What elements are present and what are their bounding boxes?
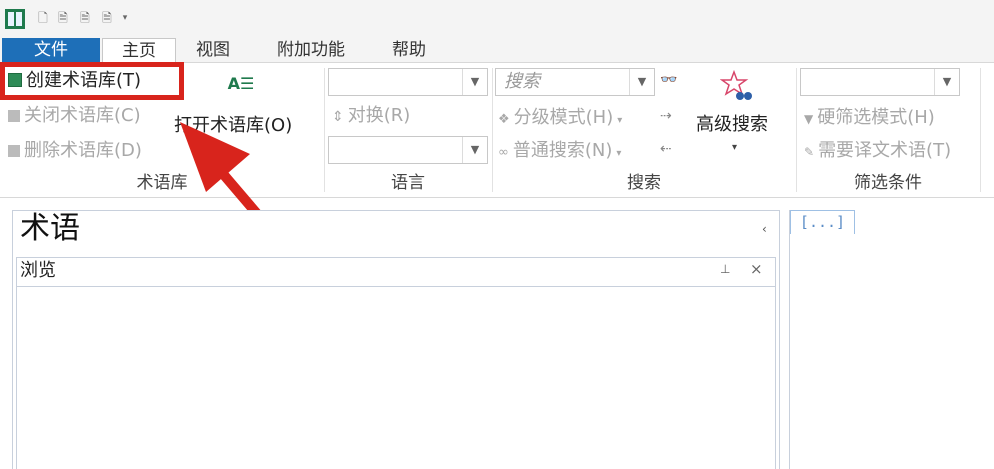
need-translation-label: 需要译文术语(T) — [818, 140, 952, 161]
filter-select[interactable]: ▼ — [800, 68, 960, 96]
save-file-icon[interactable]: 🗎 — [78, 10, 92, 26]
tab-home[interactable]: 主页 — [102, 38, 176, 62]
chevron-down-icon: ▼ — [934, 69, 959, 95]
search-placeholder: 搜索 — [504, 71, 540, 92]
highlight-box — [0, 62, 184, 100]
search-previous-icon[interactable]: ⇠ — [660, 141, 672, 157]
tab-file[interactable]: 文件 — [2, 38, 100, 62]
group-divider — [980, 68, 981, 192]
edit-file-icon[interactable]: 🗎 — [56, 10, 70, 26]
delete-termbase-button[interactable]: 删除术语库(D) — [8, 137, 142, 165]
export-file-icon[interactable]: 🗎 — [100, 10, 114, 26]
hierarchy-icon: ❖ — [498, 112, 510, 127]
quick-access-toolbar — [0, 0, 994, 38]
collapse-icon[interactable]: ‹ — [762, 222, 767, 236]
pin-icon[interactable]: ⊥ — [720, 262, 730, 276]
search-next-icon[interactable]: ⇢ — [660, 108, 672, 124]
new-file-icon[interactable]: 🗋 — [36, 10, 50, 26]
close-termbase-label: 关闭术语库(C) — [24, 105, 141, 126]
need-translation-button[interactable]: ✎ 需要译文术语(T) — [804, 137, 951, 165]
qat-dropdown-icon[interactable]: ▾ — [118, 10, 132, 26]
tab-view[interactable]: 视图 — [186, 38, 240, 62]
chevron-down-icon: ▾ — [616, 148, 622, 159]
filter-icon: ▼ — [804, 112, 814, 126]
hard-filter-mode-button[interactable]: ▼ 硬筛选模式(H) — [804, 104, 935, 132]
tab-help[interactable]: 帮助 — [378, 38, 440, 62]
delete-termbase-icon — [8, 145, 20, 157]
search-group-label: 搜索 — [627, 173, 661, 193]
normal-search-label: 普通搜索(N) — [512, 140, 613, 161]
close-icon[interactable]: × — [750, 260, 763, 278]
source-language-select[interactable]: ▼ — [328, 68, 488, 96]
chevron-down-icon: ▼ — [462, 69, 487, 95]
normal-search-button[interactable]: ∞ 普通搜索(N) ▾ — [498, 137, 621, 165]
advanced-search-icon[interactable] — [720, 70, 754, 102]
binoculars-icon: ∞ — [498, 145, 509, 160]
panel-title: 术语 — [20, 211, 80, 246]
hard-filter-mode-label: 硬筛选模式(H) — [817, 107, 935, 128]
chevron-down-icon: ▼ — [462, 137, 487, 163]
open-termbase-icon[interactable]: A☰ — [224, 70, 258, 98]
browse-content[interactable] — [16, 286, 776, 469]
right-panel-tab[interactable]: [...] — [790, 210, 855, 234]
chevron-down-icon[interactable]: ▾ — [732, 142, 737, 153]
delete-termbase-label: 删除术语库(D) — [24, 140, 142, 161]
close-termbase-icon — [8, 110, 20, 122]
binoculars-icon[interactable]: 👓 — [660, 72, 677, 88]
hierarchical-mode-button[interactable]: ❖ 分级模式(H) ▾ — [498, 104, 622, 132]
search-input[interactable]: 搜索 ▼ — [495, 68, 655, 96]
close-termbase-button[interactable]: 关闭术语库(C) — [8, 102, 141, 130]
chevron-down-icon: ▼ — [629, 69, 654, 95]
browse-label: 浏览 — [20, 260, 56, 281]
filter-group-label: 筛选条件 — [854, 173, 922, 193]
app-logo-icon[interactable] — [4, 8, 26, 30]
chevron-down-icon: ▾ — [617, 115, 623, 126]
advanced-search-button[interactable]: 高级搜索 — [696, 111, 768, 139]
translation-icon: ✎ — [804, 145, 815, 159]
tab-addons[interactable]: 附加功能 — [262, 38, 360, 62]
hierarchical-mode-label: 分级模式(H) — [513, 107, 614, 128]
browse-header — [16, 257, 776, 287]
right-panel — [789, 210, 994, 469]
